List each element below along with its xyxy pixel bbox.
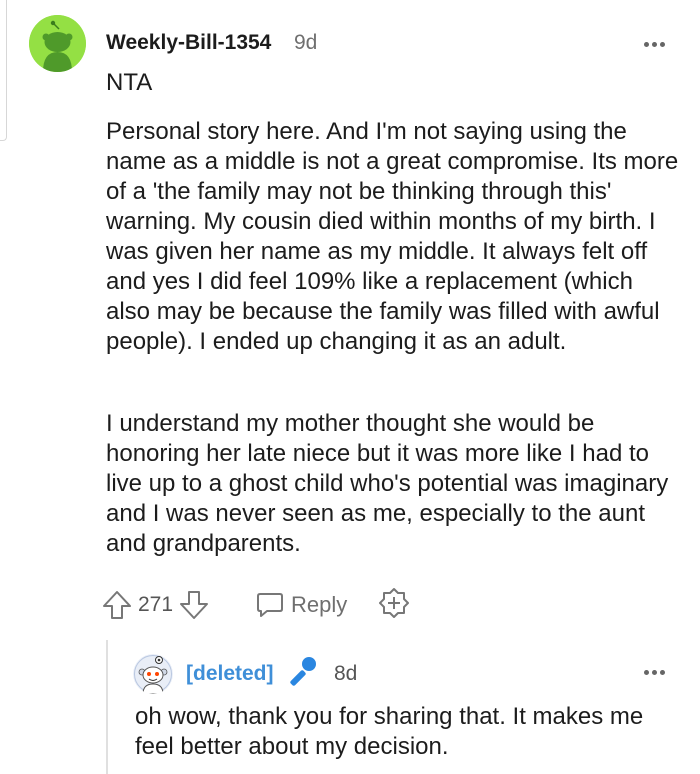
comment-verdict: NTA	[106, 69, 153, 96]
user-avatar[interactable]	[29, 15, 86, 72]
comment-author[interactable]: Weekly-Bill-1354	[106, 31, 271, 55]
speech-bubble-icon	[257, 593, 284, 617]
vote-count: 271	[138, 593, 174, 616]
comment-paragraph-2: I understand my mother thought she would…	[106, 410, 669, 557]
reply-author[interactable]: [deleted]	[186, 662, 274, 686]
award-plus-icon[interactable]	[377, 586, 411, 625]
thread-collapse-line[interactable]	[0, 0, 7, 141]
upvote-arrow-icon[interactable]	[100, 588, 134, 622]
reply-label: Reply	[291, 592, 348, 617]
snoo-avatar-icon	[29, 15, 86, 72]
snoo-avatar-icon	[133, 654, 173, 694]
reply-text: oh wow, thank you for sharing that. It m…	[135, 703, 644, 760]
reply-button[interactable]: Reply	[255, 590, 347, 620]
comment-timestamp: 9d	[294, 31, 318, 54]
more-options-icon[interactable]	[639, 36, 669, 52]
comment-paragraph-1: Personal story here. And I'm not saying …	[106, 118, 679, 355]
comment-action-bar: 271 Reply	[100, 586, 411, 624]
microphone-icon	[286, 654, 320, 690]
reply-thread-line[interactable]	[106, 640, 108, 774]
downvote-arrow-icon[interactable]	[177, 588, 211, 622]
reply-avatar[interactable]	[133, 654, 173, 694]
more-options-icon[interactable]	[639, 664, 669, 680]
reply-timestamp: 8d	[334, 662, 358, 685]
